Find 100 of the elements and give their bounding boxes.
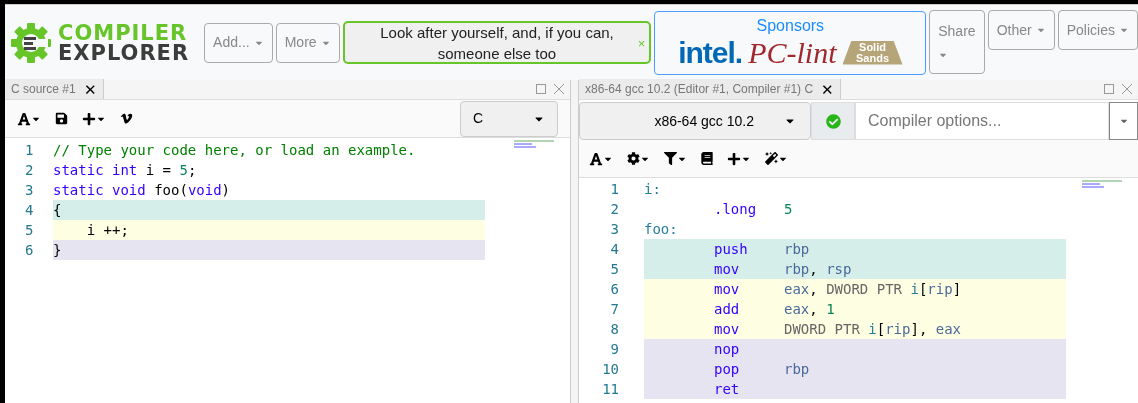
line-number: 3 [609, 220, 620, 239]
close-icon[interactable]: ✕ [83, 81, 97, 97]
asm-mnemonic: pop [714, 360, 741, 379]
line-number: 6 [609, 280, 620, 299]
code-token: [ [918, 281, 928, 297]
language-select[interactable]: C [460, 100, 558, 137]
code-token: rbp [784, 241, 810, 257]
font-size-icon[interactable] [589, 151, 613, 166]
code-token: ) [221, 182, 231, 198]
notice-text: Look after yourself, and, if you can, someone else too [379, 22, 615, 64]
asm-mnemonic: push [714, 240, 749, 259]
code-token: eax [784, 301, 810, 317]
tab-title: C source #1 [11, 81, 76, 98]
code-token: , [809, 301, 819, 317]
asm-mnemonic: mov [714, 320, 741, 339]
tab-title: x86-64 gcc 10.2 (Editor #1, Compiler #1) C [585, 81, 814, 98]
line-number: 2 [609, 200, 620, 219]
code-token: i [868, 321, 877, 337]
code-token: , [809, 281, 819, 297]
code-token: } [53, 242, 62, 258]
code-token: eax [784, 281, 810, 297]
code-token: static void [53, 182, 146, 198]
wand-icon[interactable] [765, 152, 788, 165]
check-icon [825, 113, 841, 129]
logo-text: EXPLORER [58, 42, 190, 63]
save-icon[interactable] [55, 112, 68, 125]
line-number: 1 [24, 141, 35, 160]
line-number: 7 [609, 300, 620, 319]
font-size-icon[interactable] [17, 111, 41, 126]
code-token: { [53, 202, 62, 218]
code-token: DWORD PTR [826, 281, 903, 297]
sponsors-title: Sponsors [756, 15, 825, 36]
line-number: 2 [24, 161, 35, 180]
sponsor-logo[interactable]: PC-lint [748, 37, 837, 68]
code-token: rbp [784, 361, 810, 377]
compiler-select[interactable]: x86-64 gcc 10.2 [579, 102, 811, 140]
asm-label: i: [644, 180, 661, 199]
code-token: 5 [784, 201, 793, 217]
add-icon[interactable] [727, 151, 751, 166]
line-number: 5 [609, 260, 620, 279]
logo-text: COMPILER [58, 22, 189, 43]
line-number: 11 [601, 380, 620, 399]
compiler-options-field[interactable]: Compiler options... [855, 102, 1109, 140]
asm-mnemonic: mov [714, 280, 741, 299]
code-token: , [809, 261, 819, 277]
sponsor-logo[interactable]: intel. [678, 37, 743, 68]
code-token: i [910, 281, 919, 297]
close-icon[interactable] [1122, 84, 1132, 94]
filter-icon[interactable] [664, 152, 687, 165]
book-icon[interactable] [701, 152, 713, 165]
code-token: rsp [826, 261, 852, 277]
line-number: 4 [609, 240, 620, 259]
line-number: 5 [24, 221, 35, 240]
maximize-icon[interactable] [1104, 84, 1114, 94]
code-token: i = [144, 162, 172, 178]
code-token: void [187, 182, 222, 198]
code-token: rip [885, 321, 911, 337]
logo[interactable]: COMPILER EXPLORER [10, 21, 190, 64]
code-token: ], [910, 321, 929, 337]
code-token: ; [187, 162, 197, 178]
code-token: ] [952, 281, 962, 297]
asm-mnemonic: nop [714, 340, 741, 359]
maximize-icon[interactable] [536, 84, 546, 94]
code-token: DWORD PTR [784, 321, 861, 337]
close-icon[interactable] [554, 84, 564, 94]
settings-icon[interactable] [627, 152, 650, 165]
line-number: 4 [24, 201, 35, 220]
options-dropdown-button[interactable] [1109, 102, 1138, 140]
code-token: rip [927, 281, 953, 297]
minimap-drawing [1082, 180, 1122, 190]
add-icon[interactable] [82, 111, 106, 126]
code-token: [ [876, 321, 886, 337]
code-token: foo( [153, 182, 188, 198]
pane-tab[interactable]: x86-64 gcc 10.2 (Editor #1, Compiler #1) C ✕ [579, 79, 842, 99]
code-token: rbp [784, 261, 810, 277]
asm-mnemonic: mov [714, 260, 741, 279]
code-token: eax [935, 321, 962, 337]
asm-mnemonic: ret [714, 380, 741, 399]
asm-mnemonic: add [714, 300, 741, 319]
close-icon[interactable]: ✕ [821, 81, 835, 97]
minimap-drawing [514, 140, 554, 150]
line-number: 10 [601, 360, 620, 379]
code-token: 1 [826, 301, 835, 317]
sponsors-panel[interactable]: Sponsors intel. PC-lint Solid Sands [654, 10, 927, 75]
code-editor[interactable]: 1 // Type your code here, or load an example. 2 static int i = 5; 3 static void foo(void) 4 { 5 i ++; 6 } [5, 138, 570, 403]
gear-logo-icon [10, 21, 52, 64]
vim-icon[interactable] [120, 112, 133, 125]
asm-mnemonic: .long [714, 200, 758, 219]
pane-tab[interactable]: C source #1 ✕ [5, 79, 104, 99]
code-token: i ++; [85, 222, 129, 238]
line-number: 8 [609, 320, 620, 339]
line-number: 6 [24, 241, 35, 260]
menu-button[interactable]: Share [929, 10, 985, 74]
code-token: // Type your code here, or load an example. [53, 142, 416, 158]
line-number: 1 [609, 180, 620, 199]
asm-label: foo: [644, 220, 678, 239]
code-token: 5 [179, 162, 188, 178]
line-number: 3 [24, 181, 35, 200]
line-number: 9 [609, 340, 620, 359]
code-token: static int [53, 162, 138, 178]
